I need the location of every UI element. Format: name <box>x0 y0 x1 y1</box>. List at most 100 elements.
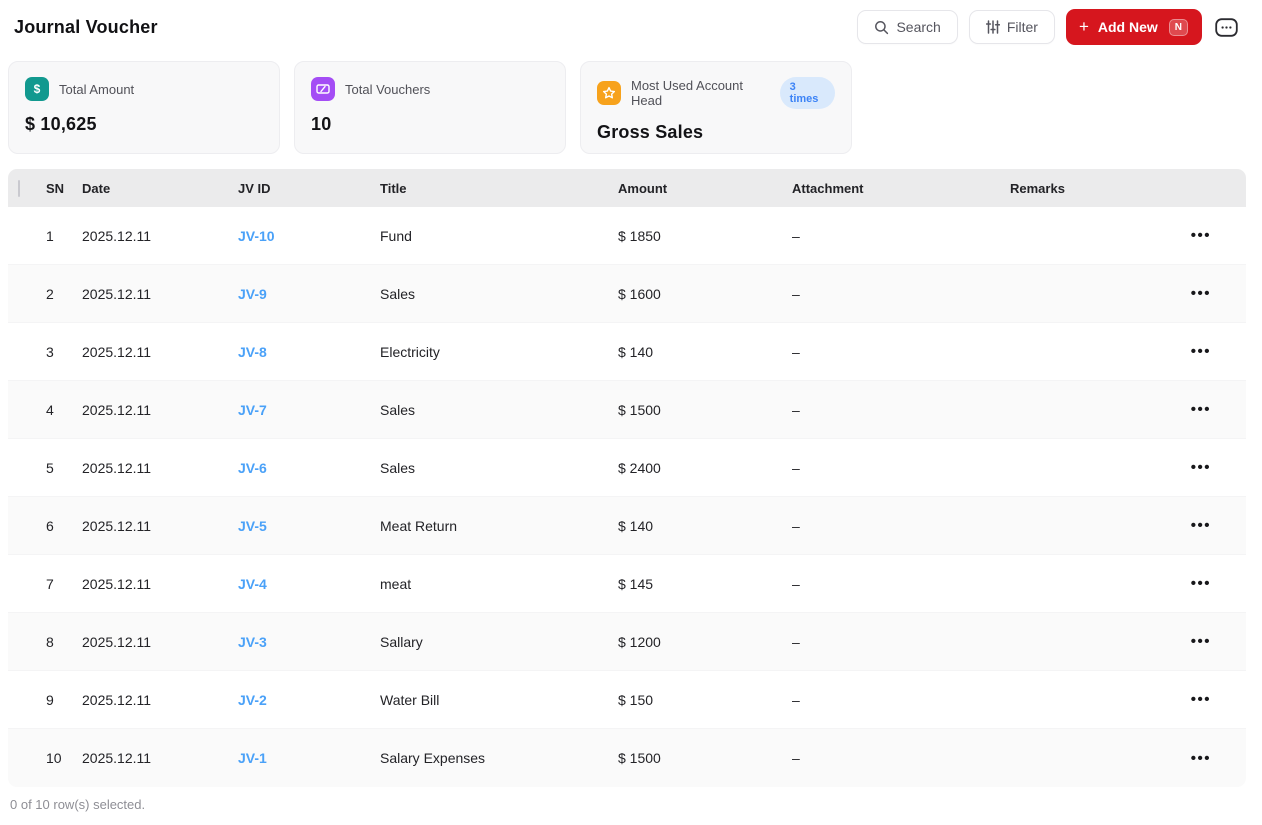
row-sn: 6 <box>46 518 82 534</box>
row-date: 2025.12.11 <box>82 692 238 708</box>
column-header-sn: SN <box>46 181 82 196</box>
stat-label: Total Vouchers <box>345 82 430 97</box>
table-row[interactable]: 1 2025.12.11 JV-10 Fund $ 1850 – ••• <box>8 207 1246 265</box>
table-row[interactable]: 2 2025.12.11 JV-9 Sales $ 1600 – ••• <box>8 265 1246 323</box>
row-attachment: – <box>792 228 1010 244</box>
plus-icon: + <box>1079 18 1089 35</box>
jv-id-link[interactable]: JV-8 <box>238 344 267 360</box>
search-button-label: Search <box>896 19 940 35</box>
more-options-icon <box>1215 18 1238 37</box>
ellipsis-icon: ••• <box>1191 285 1211 302</box>
search-button[interactable]: Search <box>857 10 957 44</box>
table-row[interactable]: 9 2025.12.11 JV-2 Water Bill $ 150 – ••• <box>8 671 1246 729</box>
row-date: 2025.12.11 <box>82 286 238 302</box>
ellipsis-icon: ••• <box>1191 750 1211 767</box>
row-actions-button[interactable]: ••• <box>1187 690 1215 709</box>
table-row[interactable]: 8 2025.12.11 JV-3 Sallary $ 1200 – ••• <box>8 613 1246 671</box>
row-actions-button[interactable]: ••• <box>1187 226 1215 245</box>
row-actions-button[interactable]: ••• <box>1187 749 1215 768</box>
row-sn: 10 <box>46 750 82 766</box>
row-amount: $ 2400 <box>618 460 792 476</box>
row-title: Electricity <box>380 344 618 360</box>
ellipsis-icon: ••• <box>1191 517 1211 534</box>
column-header-attachment: Attachment <box>792 181 1010 196</box>
add-new-button[interactable]: + Add New N <box>1066 9 1202 45</box>
stat-value: Gross Sales <box>597 122 835 143</box>
row-title: Salary Expenses <box>380 750 618 766</box>
add-new-button-label: Add New <box>1098 19 1158 35</box>
row-amount: $ 150 <box>618 692 792 708</box>
selection-summary: 0 of 10 row(s) selected. <box>10 797 1262 812</box>
row-actions-button[interactable]: ••• <box>1187 458 1215 477</box>
jv-id-link[interactable]: JV-7 <box>238 402 267 418</box>
table-header-row: SN Date JV ID Title Amount Attachment Re… <box>8 169 1246 207</box>
row-actions-button[interactable]: ••• <box>1187 632 1215 651</box>
jv-id-link[interactable]: JV-1 <box>238 750 267 766</box>
row-date: 2025.12.11 <box>82 344 238 360</box>
ellipsis-icon: ••• <box>1191 401 1211 418</box>
star-icon <box>597 81 621 105</box>
stat-card-most-used-account-head: Most Used Account Head 3 times Gross Sal… <box>580 61 852 154</box>
column-header-remarks: Remarks <box>1010 181 1186 196</box>
jv-id-link[interactable]: JV-3 <box>238 634 267 650</box>
row-sn: 7 <box>46 576 82 592</box>
jv-id-link[interactable]: JV-2 <box>238 692 267 708</box>
row-attachment: – <box>792 634 1010 650</box>
row-amount: $ 1500 <box>618 402 792 418</box>
row-actions-button[interactable]: ••• <box>1187 400 1215 419</box>
row-amount: $ 1200 <box>618 634 792 650</box>
top-bar-actions: Search Filter + Add New N <box>857 9 1240 45</box>
row-actions-button[interactable]: ••• <box>1187 284 1215 303</box>
ellipsis-icon: ••• <box>1191 459 1211 476</box>
row-actions-button[interactable]: ••• <box>1187 516 1215 535</box>
row-sn: 3 <box>46 344 82 360</box>
row-title: meat <box>380 576 618 592</box>
row-sn: 2 <box>46 286 82 302</box>
more-options-button[interactable] <box>1213 16 1240 39</box>
jv-id-link[interactable]: JV-5 <box>238 518 267 534</box>
row-actions-button[interactable]: ••• <box>1187 574 1215 593</box>
filter-button[interactable]: Filter <box>969 10 1055 44</box>
page-title: Journal Voucher <box>14 17 158 38</box>
row-title: Sales <box>380 286 618 302</box>
row-attachment: – <box>792 576 1010 592</box>
row-actions-button[interactable]: ••• <box>1187 342 1215 361</box>
row-sn: 8 <box>46 634 82 650</box>
table-row[interactable]: 3 2025.12.11 JV-8 Electricity $ 140 – ••… <box>8 323 1246 381</box>
jv-id-link[interactable]: JV-6 <box>238 460 267 476</box>
ellipsis-icon: ••• <box>1191 227 1211 244</box>
row-sn: 5 <box>46 460 82 476</box>
stat-label: Most Used Account Head <box>631 78 768 108</box>
ellipsis-icon: ••• <box>1191 633 1211 650</box>
row-amount: $ 1600 <box>618 286 792 302</box>
row-title: Meat Return <box>380 518 618 534</box>
table-body: 1 2025.12.11 JV-10 Fund $ 1850 – ••• 2 2… <box>8 207 1246 787</box>
ellipsis-icon: ••• <box>1191 691 1211 708</box>
row-attachment: – <box>792 692 1010 708</box>
row-date: 2025.12.11 <box>82 460 238 476</box>
row-amount: $ 140 <box>618 518 792 534</box>
row-title: Water Bill <box>380 692 618 708</box>
jv-id-link[interactable]: JV-10 <box>238 228 275 244</box>
table-row[interactable]: 6 2025.12.11 JV-5 Meat Return $ 140 – ••… <box>8 497 1246 555</box>
row-date: 2025.12.11 <box>82 634 238 650</box>
row-attachment: – <box>792 460 1010 476</box>
row-title: Sales <box>380 402 618 418</box>
search-icon <box>874 20 889 35</box>
column-header-title: Title <box>380 181 618 196</box>
jv-id-link[interactable]: JV-4 <box>238 576 267 592</box>
row-title: Sallary <box>380 634 618 650</box>
dollar-icon: $ <box>25 77 49 101</box>
row-date: 2025.12.11 <box>82 576 238 592</box>
table-row[interactable]: 5 2025.12.11 JV-6 Sales $ 2400 – ••• <box>8 439 1246 497</box>
table-row[interactable]: 4 2025.12.11 JV-7 Sales $ 1500 – ••• <box>8 381 1246 439</box>
table-row[interactable]: 10 2025.12.11 JV-1 Salary Expenses $ 150… <box>8 729 1246 787</box>
row-amount: $ 145 <box>618 576 792 592</box>
jv-id-link[interactable]: JV-9 <box>238 286 267 302</box>
row-attachment: – <box>792 286 1010 302</box>
stats-row: $ Total Amount $ 10,625 Total Vouchers 1… <box>0 54 1262 154</box>
table-row[interactable]: 7 2025.12.11 JV-4 meat $ 145 – ••• <box>8 555 1246 613</box>
select-all-checkbox[interactable] <box>18 180 20 197</box>
column-header-amount: Amount <box>618 181 792 196</box>
ellipsis-icon: ••• <box>1191 575 1211 592</box>
